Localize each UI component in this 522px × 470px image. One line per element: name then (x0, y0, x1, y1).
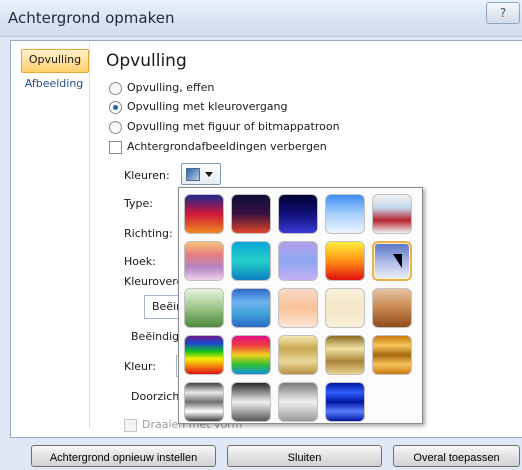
gradient-preset-swatch[interactable] (184, 194, 224, 234)
gradient-preset-swatch[interactable] (372, 335, 412, 375)
gradient-preset-swatch[interactable] (231, 382, 271, 422)
gradient-preset-swatch[interactable] (325, 335, 365, 375)
close-button[interactable]: Sluiten (227, 445, 382, 467)
solid-fill-label[interactable]: Opvulling, effen (127, 81, 214, 94)
gradient-preset-swatch[interactable] (278, 241, 318, 281)
pane-heading: Opvulling (106, 51, 187, 71)
gradient-preset-swatch[interactable] (184, 241, 224, 281)
hide-background-checkbox[interactable] (109, 141, 122, 154)
gradient-preset-swatch[interactable] (278, 194, 318, 234)
colors-dropdown-button[interactable] (181, 163, 221, 185)
gradient-preset-swatch[interactable] (231, 194, 271, 234)
picture-fill-radio[interactable] (109, 121, 122, 134)
gradient-swatch-icon (186, 168, 200, 181)
gradient-preset-swatch[interactable] (325, 288, 365, 328)
solid-fill-radio[interactable] (109, 82, 122, 95)
help-button[interactable]: ? (486, 2, 520, 24)
picture-fill-label[interactable]: Opvulling met figuur of bitmappatroon (127, 120, 340, 133)
gradient-preset-swatch[interactable] (372, 288, 412, 328)
nav-item-afbeelding[interactable]: Afbeelding (21, 73, 87, 95)
nav-item-opvulling[interactable]: Opvulling (21, 49, 89, 73)
window-title: Achtergrond opmaken (8, 9, 175, 27)
title-bar: Achtergrond opmaken ? (0, 0, 522, 37)
gradient-preset-swatch[interactable] (184, 335, 224, 375)
angle-label: Hoek: (124, 255, 156, 268)
chevron-down-icon (205, 172, 213, 177)
gradient-preset-swatch[interactable] (184, 288, 224, 328)
gradient-preset-swatch[interactable] (278, 288, 318, 328)
mouse-cursor-icon (393, 254, 402, 268)
reset-background-button[interactable]: Achtergrond opnieuw instellen (31, 445, 216, 467)
gradient-preset-swatch[interactable] (372, 241, 412, 281)
preset-gradients-popup (178, 187, 423, 424)
gradient-fill-label[interactable]: Opvulling met kleurovergang (127, 100, 288, 113)
gradient-preset-swatch[interactable] (231, 288, 271, 328)
direction-label: Richting: (124, 227, 173, 240)
gradient-preset-swatch[interactable] (325, 241, 365, 281)
gradient-preset-swatch[interactable] (325, 194, 365, 234)
nav-pane: Opvulling Afbeelding (17, 43, 90, 428)
transparency-label: Doorzicht (131, 390, 184, 403)
color-label: Kleur: (124, 360, 157, 373)
gradient-fill-radio[interactable] (109, 101, 122, 114)
gradient-preset-swatch[interactable] (278, 382, 318, 422)
gradient-preset-swatch[interactable] (325, 382, 365, 422)
apply-all-button[interactable]: Overal toepassen (393, 445, 520, 467)
gradient-preset-swatch[interactable] (184, 382, 224, 422)
rotate-with-shape-checkbox (124, 419, 137, 432)
colors-label: Kleuren: (124, 169, 170, 182)
type-label: Type: (124, 197, 153, 210)
end-label: Beëindigi (131, 330, 183, 343)
gradient-preset-swatch[interactable] (231, 241, 271, 281)
gradient-preset-swatch[interactable] (231, 335, 271, 375)
gradient-preset-swatch[interactable] (372, 194, 412, 234)
gradient-preset-swatch[interactable] (278, 335, 318, 375)
hide-background-label[interactable]: Achtergrondafbeeldingen verbergen (127, 140, 327, 153)
